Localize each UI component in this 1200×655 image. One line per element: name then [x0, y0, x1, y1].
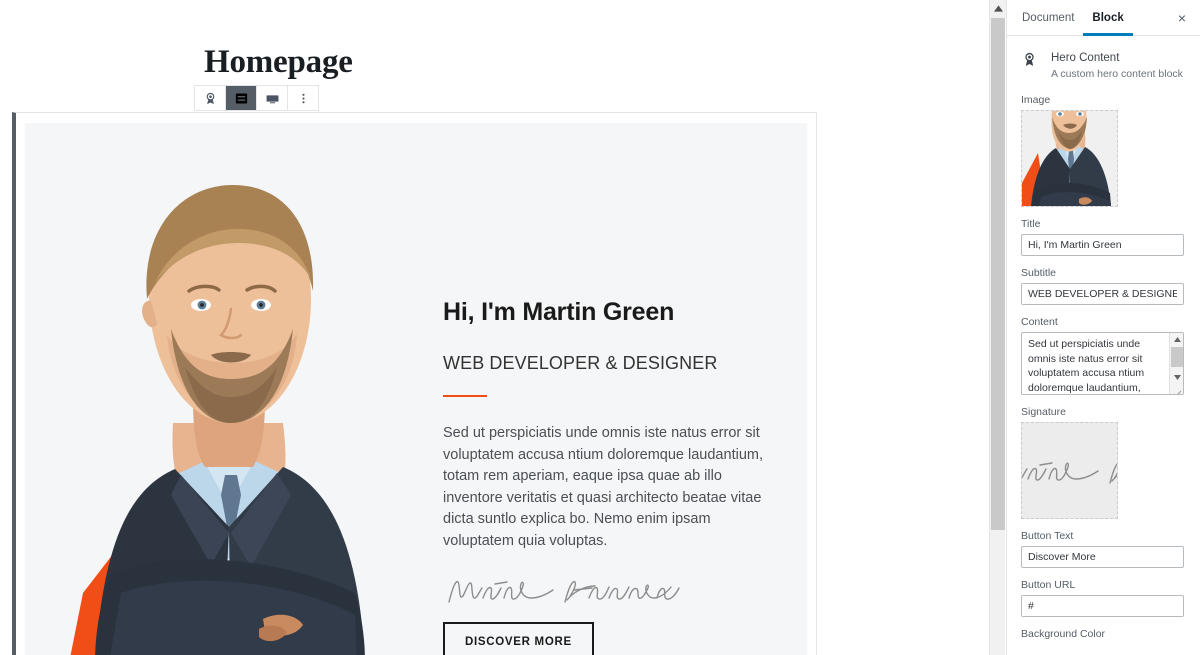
close-sidebar-button[interactable]: × [1172, 8, 1192, 28]
content-textarea[interactable]: Sed ut perspiciatis unde omnis iste natu… [1021, 332, 1184, 395]
textarea-scroll-down-arrow[interactable] [1170, 371, 1183, 384]
hero-discover-more-button[interactable]: DISCOVER MORE [443, 622, 594, 655]
signature-label: Signature [1021, 406, 1066, 418]
title-label: Title [1021, 218, 1041, 230]
field-button-text: Button Text [1021, 530, 1188, 568]
block-info-card: Hero Content A custom hero content block [1007, 36, 1200, 94]
block-editor-screen: Homepage Hi, I'm Martin Green WEB DEVELO… [0, 0, 1200, 655]
hero-heading: Hi, I'm Martin Green [443, 298, 675, 326]
block-toolbar-group-left [195, 86, 226, 110]
button-url-input[interactable] [1021, 595, 1184, 617]
content-label: Content [1021, 316, 1058, 328]
sidebar-tabs: Document Block × [1007, 0, 1200, 36]
editor-scrollbar[interactable] [989, 0, 1006, 655]
image-label: Image [1021, 94, 1051, 106]
signature-script-icon [448, 580, 680, 603]
block-type-button[interactable] [195, 86, 225, 110]
image-preview[interactable] [1021, 110, 1118, 207]
title-input[interactable] [1021, 234, 1184, 256]
block-toolbar-group-align [226, 86, 288, 110]
scrollbar-thumb[interactable] [991, 18, 1005, 530]
block-settings-fields: Image Title Hi, I'm Martin Green Subtitl… [1007, 94, 1200, 640]
block-toolbar-group-more [288, 86, 318, 110]
button-text-input[interactable] [1021, 546, 1184, 568]
field-button-url: Button URL [1021, 579, 1188, 617]
field-content: Content Sed ut perspiciatis unde omnis i… [1021, 316, 1188, 395]
hero-image [25, 123, 425, 655]
signature-thumbnail [1022, 462, 1117, 484]
button-url-label: Button URL [1021, 579, 1076, 591]
block-info-text: Hero Content A custom hero content block [1051, 50, 1183, 82]
hero-signature [443, 572, 777, 614]
more-options-button[interactable] [288, 86, 318, 110]
field-subtitle: Subtitle [1021, 267, 1188, 305]
button-text-label: Button Text [1021, 530, 1074, 542]
editor-canvas: Homepage Hi, I'm Martin Green WEB DEVELO… [0, 0, 988, 655]
field-signature: Signature [1021, 406, 1188, 519]
subtitle-input[interactable] [1021, 283, 1184, 305]
tab-document[interactable]: Document [1013, 0, 1083, 36]
selected-block-hero-content[interactable]: Hi, I'm Martin Green WEB DEVELOPER & DES… [12, 112, 817, 655]
textarea-scroll-up-arrow[interactable] [1170, 333, 1183, 346]
block-description: A custom hero content block [1051, 68, 1183, 80]
hero-section: Hi, I'm Martin Green WEB DEVELOPER & DES… [25, 123, 807, 655]
hero-text-column: Hi, I'm Martin Green WEB DEVELOPER & DES… [425, 123, 807, 655]
textarea-scroll-thumb[interactable] [1171, 347, 1183, 367]
scrollbar-up-arrow[interactable] [990, 0, 1006, 17]
hero-portrait-illustration [25, 123, 425, 655]
align-full-button[interactable] [257, 86, 287, 110]
hero-subtitle: WEB DEVELOPER & DESIGNER [443, 353, 718, 373]
block-toolbar [194, 85, 319, 111]
background-color-label: Background Color [1021, 628, 1106, 640]
settings-sidebar: Document Block × Hero Content A custom h… [1006, 0, 1200, 655]
align-wide-button[interactable] [226, 86, 256, 110]
content-textarea-value: Sed ut perspiciatis unde omnis iste natu… [1028, 338, 1145, 394]
align-wide-icon [234, 91, 249, 106]
subtitle-label: Subtitle [1021, 267, 1057, 279]
hero-body-text: Sed ut perspiciatis unde omnis iste natu… [443, 425, 763, 549]
post-title[interactable]: Homepage [204, 44, 353, 81]
signature-preview[interactable] [1021, 422, 1118, 519]
vertical-dots-icon [296, 91, 311, 106]
field-image: Image [1021, 94, 1188, 207]
tab-block[interactable]: Block [1083, 0, 1132, 36]
award-badge-icon [1021, 50, 1041, 82]
hero-accent-rule [443, 395, 487, 397]
align-full-icon [265, 91, 280, 106]
image-thumbnail [1022, 111, 1117, 206]
block-name: Hero Content [1051, 52, 1120, 64]
field-title: Title [1021, 218, 1188, 256]
award-badge-icon [203, 91, 218, 106]
field-background-color: Background Color [1021, 628, 1188, 640]
textarea-resize-grip[interactable] [1174, 385, 1182, 394]
